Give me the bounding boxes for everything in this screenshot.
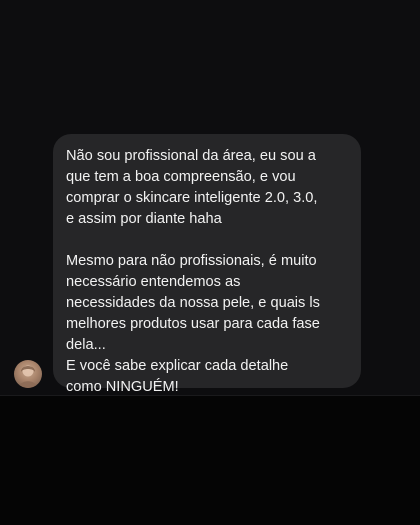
avatar-photo-icon: [18, 365, 38, 388]
message-paragraph: Não sou profissional da área, eu sou a q…: [66, 148, 318, 227]
chat-thread: Não sou profissional da área, eu sou a q…: [0, 0, 420, 395]
message-paragraph: E você sabe explicar cada detalhe como N…: [66, 358, 289, 395]
bottom-panel: [0, 396, 420, 525]
message-bubble[interactable]: Não sou profissional da área, eu sou a q…: [53, 134, 361, 395]
message-paragraph: Mesmo para não profissionais, é muito ne…: [66, 253, 320, 353]
sender-avatar[interactable]: [14, 360, 42, 388]
